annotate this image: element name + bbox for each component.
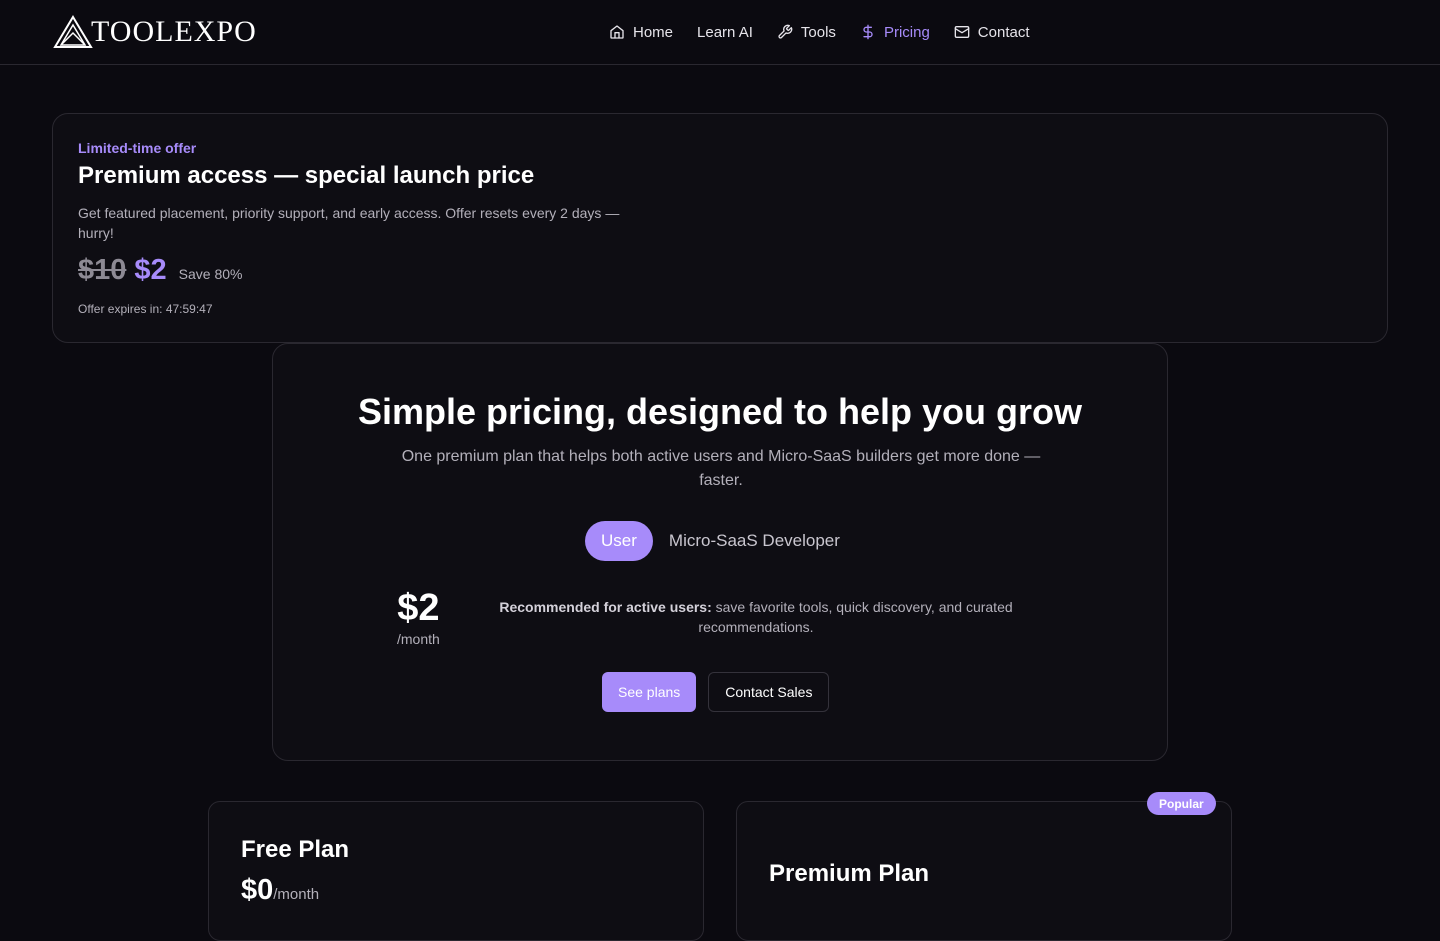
- home-icon: [610, 25, 624, 39]
- premium-plan-card: Premium Plan: [736, 801, 1232, 941]
- see-plans-button[interactable]: See plans: [602, 672, 697, 712]
- popular-badge: Popular: [1147, 792, 1216, 815]
- free-plan-price: $0 /month: [241, 874, 319, 907]
- limited-offer-banner: Limited-time offer Premium access — spec…: [52, 113, 1388, 343]
- offer-countdown: Offer expires in: 47:59:47: [78, 302, 213, 316]
- nav-contact[interactable]: Contact: [954, 24, 1030, 41]
- free-plan-card: Free Plan $0 /month: [208, 801, 704, 941]
- wrench-icon: [778, 24, 793, 39]
- offer-old-price: $10: [78, 254, 127, 286]
- price-amount: $2: [397, 587, 440, 629]
- offer-description: Get featured placement, priority support…: [78, 205, 620, 241]
- free-plan-name: Free Plan: [241, 836, 350, 863]
- offer-tag: Limited-time offer: [78, 140, 197, 156]
- pricing-subtitle: One premium plan that helps both active …: [401, 448, 1041, 489]
- nav-learn-ai[interactable]: Learn AI: [697, 24, 753, 41]
- price-period: /month: [397, 631, 440, 647]
- toggle-developer[interactable]: Micro-SaaS Developer: [669, 521, 840, 561]
- offer-save-text: Save 80%: [178, 266, 243, 282]
- nav-home-label: Home: [633, 23, 674, 41]
- price-recommendation: Recommended for active users: save favor…: [481, 597, 1031, 637]
- pricing-title: Simple pricing, designed to help you gro…: [357, 391, 1083, 432]
- dollar-icon: [863, 24, 873, 40]
- offer-prices: $10 $2 Save 80%: [78, 254, 242, 287]
- nav-tools[interactable]: Tools: [777, 24, 836, 41]
- offer-new-price: $2: [134, 254, 167, 286]
- free-plan-amount: $0: [241, 874, 274, 906]
- audience-toggle: User Micro-SaaS Developer: [585, 521, 840, 561]
- price-block: $2 /month: [397, 586, 440, 647]
- brand-name: TOOLEXPO: [91, 15, 257, 48]
- recommendation-text: save favorite tools, quick discovery, an…: [698, 599, 1013, 635]
- nav-pricing[interactable]: Pricing: [860, 24, 930, 41]
- pricing-hero-card: Simple pricing, designed to help you gro…: [272, 343, 1168, 761]
- main-nav: Home Learn AI Tools Pricing Contact: [609, 20, 1030, 44]
- toggle-user[interactable]: User: [585, 521, 653, 561]
- premium-plan-name: Premium Plan: [769, 860, 930, 887]
- offer-title: Premium access — special launch price: [78, 162, 535, 189]
- nav-pricing-label: Pricing: [883, 23, 930, 41]
- recommendation-label: Recommended for active users:: [499, 599, 712, 615]
- top-navbar: TOOLEXPO Home Learn AI Tools Pricing Con…: [0, 0, 1440, 65]
- free-plan-period: /month: [273, 886, 320, 903]
- nav-tools-label: Tools: [800, 23, 836, 41]
- nav-learn-ai-label: Learn AI: [697, 23, 753, 41]
- contact-sales-button[interactable]: Contact Sales: [708, 672, 830, 712]
- logo-triangle-icon: [53, 15, 93, 48]
- nav-contact-label: Contact: [977, 23, 1030, 41]
- brand-logo[interactable]: TOOLEXPO: [53, 15, 257, 49]
- pricing-actions: See plans Contact Sales: [602, 672, 830, 712]
- nav-home[interactable]: Home: [609, 24, 673, 41]
- mail-icon: [954, 26, 970, 38]
